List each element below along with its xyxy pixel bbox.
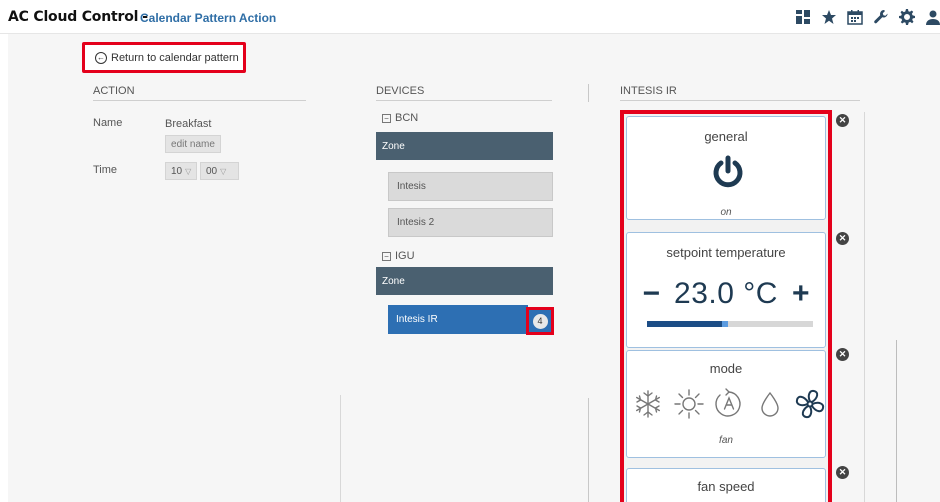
device-badge-container: 4: [526, 307, 554, 335]
return-link-label: Return to calendar pattern: [111, 51, 239, 64]
chevron-down-icon: ▽: [220, 166, 227, 176]
fan-speed-card: fan speed: [626, 468, 826, 502]
app-title: AC Cloud Control -: [8, 9, 152, 25]
group-bcn-label: BCN: [395, 112, 419, 124]
time-label: Time: [93, 164, 118, 176]
app-header: AC Cloud Control - Calendar Pattern Actio…: [0, 0, 940, 34]
device-item-intesis-ir[interactable]: Intesis IR: [388, 305, 528, 334]
scrollbar-track[interactable]: [896, 340, 897, 502]
page-title: Calendar Pattern Action: [140, 11, 277, 25]
group-igu[interactable]: − IGU: [382, 250, 415, 262]
collapse-icon: −: [382, 113, 391, 123]
gear-icon[interactable]: [894, 6, 920, 28]
return-to-calendar-pattern-link[interactable]: ← Return to calendar pattern: [95, 51, 239, 64]
power-icon[interactable]: [711, 155, 745, 189]
wrench-icon[interactable]: [868, 6, 894, 28]
collapse-icon: −: [382, 251, 391, 261]
return-link-container: ← Return to calendar pattern: [82, 42, 246, 73]
power-state-text: on: [720, 207, 732, 218]
zone-bar-igu[interactable]: Zone: [376, 267, 553, 295]
setpoint-slider-track[interactable]: [647, 321, 813, 327]
user-icon[interactable]: [920, 6, 940, 28]
action-heading: ACTION: [93, 85, 306, 101]
fan-icon[interactable]: [793, 387, 827, 421]
device-item-intesis-2[interactable]: Intesis 2: [388, 208, 553, 237]
edit-name-button[interactable]: edit name: [165, 135, 221, 153]
minute-value: 00: [206, 165, 218, 177]
sun-icon[interactable]: [672, 387, 706, 421]
intesis-heading: INTESIS IR: [620, 85, 860, 101]
setpoint-row: − 23.0 °C +: [627, 277, 825, 311]
close-setpoint-card-button[interactable]: ✕: [836, 232, 849, 245]
device-item-intesis[interactable]: Intesis: [388, 172, 553, 201]
app-title-text: AC Cloud Control: [8, 9, 139, 25]
dashboard-icon[interactable]: [790, 6, 816, 28]
mode-card: mode fan: [626, 350, 826, 458]
decrease-temperature-button[interactable]: −: [643, 279, 661, 309]
calendar-icon[interactable]: [842, 6, 868, 28]
zone-bar-bcn[interactable]: Zone: [376, 132, 553, 160]
star-icon[interactable]: [816, 6, 842, 28]
column-divider: [864, 112, 865, 502]
chevron-down-icon: ▽: [185, 166, 192, 176]
column-divider: [588, 84, 589, 102]
general-card: general on: [626, 116, 826, 220]
general-card-title: general: [704, 129, 748, 144]
close-general-card-button[interactable]: ✕: [836, 114, 849, 127]
setpoint-slider-handle[interactable]: [721, 321, 728, 327]
name-label: Name: [93, 117, 123, 129]
header-toolbar: [790, 6, 940, 28]
close-fan-speed-card-button[interactable]: ✕: [836, 466, 849, 479]
snowflake-icon[interactable]: [631, 387, 665, 421]
column-divider: [340, 395, 341, 502]
column-divider: [588, 398, 589, 502]
hour-value: 10: [171, 165, 183, 177]
setpoint-slider-fill: [647, 321, 728, 327]
setpoint-value: 23.0 °C: [674, 277, 778, 310]
intesis-control-panel: general on setpoint temperature − 23.0 °…: [620, 110, 832, 502]
close-mode-card-button[interactable]: ✕: [836, 348, 849, 361]
device-count-badge: 4: [532, 313, 548, 329]
mode-state-text: fan: [719, 435, 733, 446]
hour-select[interactable]: 10 ▽: [165, 162, 197, 180]
minute-select[interactable]: 00 ▽: [200, 162, 239, 180]
group-bcn[interactable]: − BCN: [382, 112, 418, 124]
setpoint-card: setpoint temperature − 23.0 °C +: [626, 232, 826, 348]
devices-heading: DEVICES: [376, 85, 552, 101]
arrow-left-circle-icon: ←: [95, 51, 107, 64]
drop-icon[interactable]: [753, 387, 787, 421]
setpoint-card-title: setpoint temperature: [666, 245, 786, 260]
fan-speed-card-title: fan speed: [697, 479, 755, 494]
auto-mode-icon[interactable]: [712, 387, 746, 421]
mode-card-title: mode: [709, 361, 743, 376]
mode-options: [631, 387, 827, 421]
group-igu-label: IGU: [395, 250, 415, 262]
name-value: Breakfast: [165, 118, 212, 130]
increase-temperature-button[interactable]: +: [792, 279, 810, 309]
